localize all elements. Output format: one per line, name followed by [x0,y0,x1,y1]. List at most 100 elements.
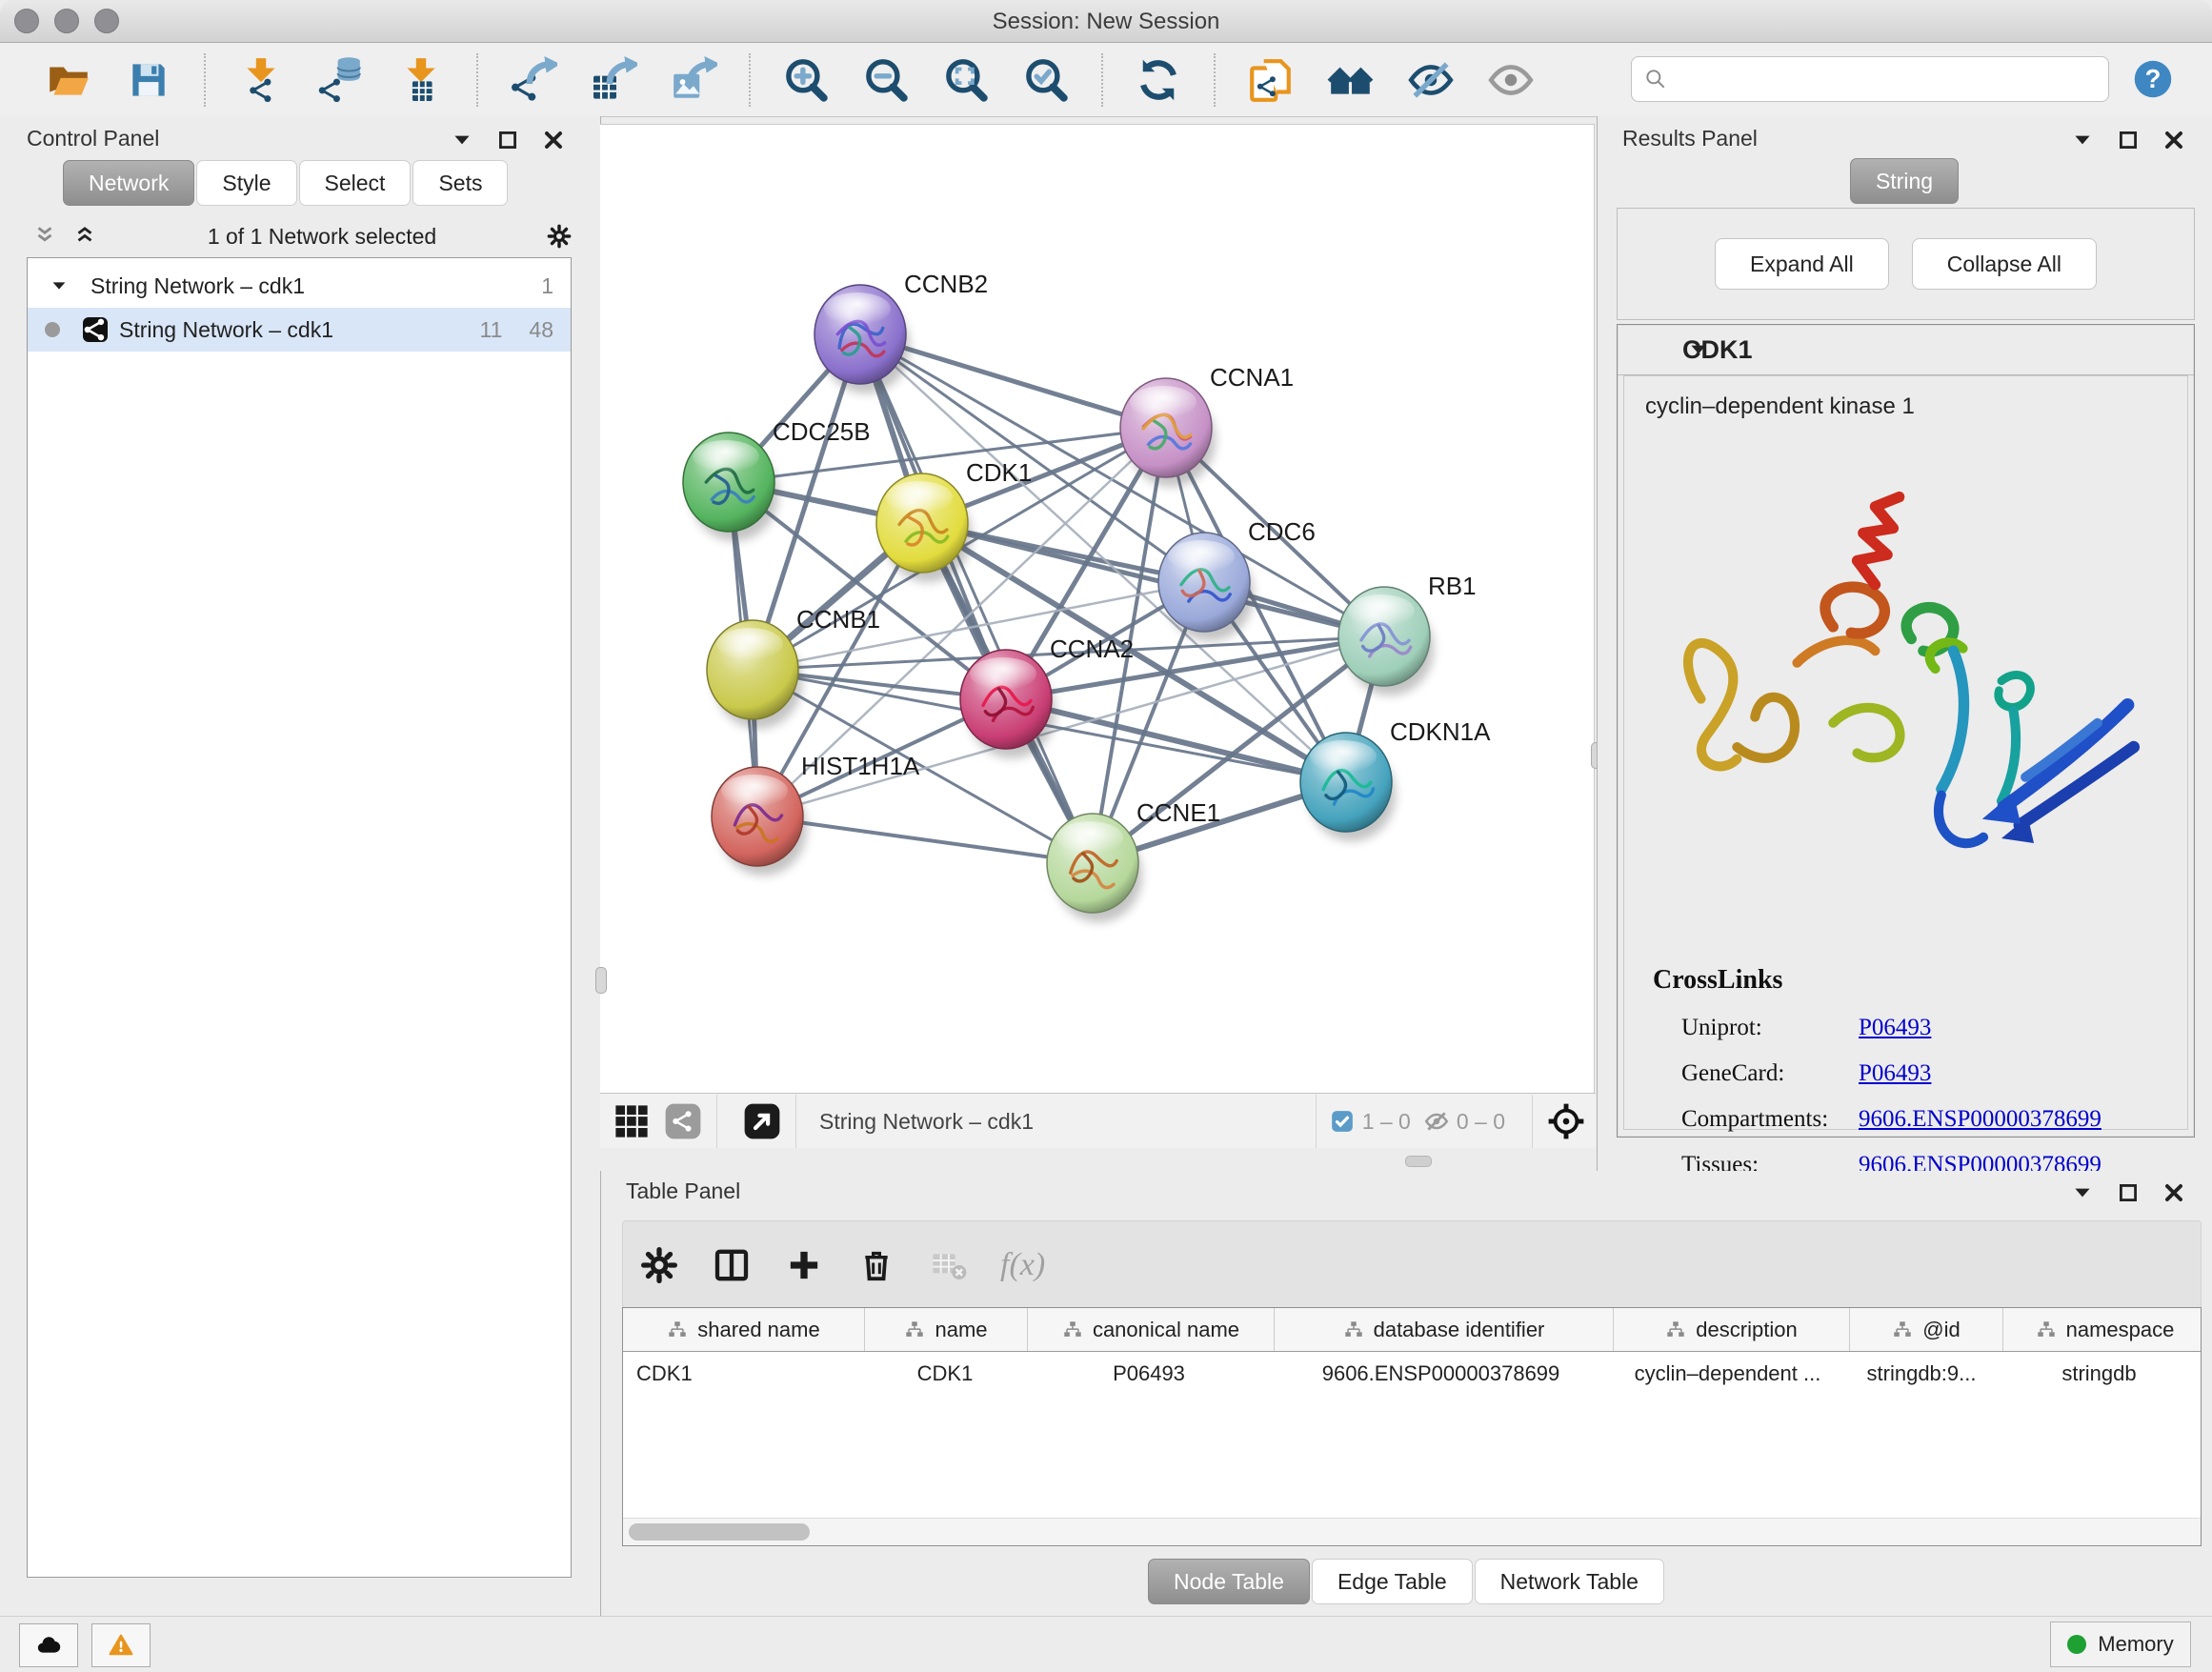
columns-button[interactable] [710,1243,754,1287]
cloud-button[interactable] [19,1623,78,1667]
sort-icon [1892,1319,1913,1340]
table-row[interactable]: CDK1CDK1P064939606.ENSP00000378699cyclin… [623,1352,2201,1396]
edge-CCNB2-CCNE1[interactable] [860,334,1093,863]
network-overview-button[interactable] [663,1101,703,1141]
left-splitter-grip[interactable] [595,967,607,994]
column-header-description[interactable]: description [1614,1308,1850,1351]
network-row-selected[interactable]: String Network – cdk1 11 48 [28,308,571,352]
section-collapse-icon[interactable] [1618,337,1642,362]
toolbar-separator [1214,53,1216,107]
open-session-button[interactable] [42,53,95,107]
node-CDKN1A[interactable]: CDKN1A [1300,717,1491,841]
node-HIST1H1A[interactable]: HIST1H1A [712,752,920,876]
table-horizontal-scrollbar[interactable] [623,1518,2201,1545]
memory-button[interactable]: Memory [2050,1622,2191,1667]
tab-sets[interactable]: Sets [412,160,508,206]
warning-button[interactable] [91,1623,151,1667]
show-details-button[interactable] [1484,53,1538,107]
collapse-all-button[interactable]: Collapse All [1912,238,2097,290]
network-graph[interactable]: CCNB2CCNA1CDC25BCDK1CDC6RB1CCNB1CCNA2CDK… [600,125,1594,1094]
node-CDC6[interactable]: CDC6 [1158,517,1316,641]
panel-float-icon[interactable] [2116,128,2141,152]
zoom-in-button[interactable] [779,53,833,107]
detach-view-button[interactable] [742,1101,782,1141]
tab-network[interactable]: Network [63,160,194,206]
panel-menu-icon[interactable] [2070,128,2095,152]
help-button[interactable]: ? [2132,58,2174,100]
tab-string[interactable]: String [1850,158,1959,204]
network-options-gear-icon[interactable] [547,224,572,249]
edge-CCNE1-HIST1H1A[interactable] [757,816,1093,863]
column-header--id[interactable]: @id [1850,1308,2003,1351]
import-network-button[interactable] [234,53,288,107]
table-delete-icon [930,1246,968,1284]
node-RB1[interactable]: RB1 [1338,572,1477,695]
cdk1-details: cyclin–dependent kinase 1 [1623,375,2188,1130]
scrollbar-thumb[interactable] [629,1523,810,1541]
search-input[interactable] [1666,66,2099,92]
search-box[interactable] [1631,56,2109,102]
crosslink-value[interactable]: P06493 [1859,1015,1931,1041]
hidden-eye-slash-icon[interactable] [1424,1109,1449,1134]
selected-checkbox-icon[interactable] [1330,1109,1355,1134]
column-header-shared-name[interactable]: shared name [623,1308,865,1351]
node-CCNB1[interactable]: CCNB1 [707,605,880,729]
column-header-name[interactable]: name [865,1308,1028,1351]
collapse-all-icon[interactable] [32,224,57,249]
splitter-grip[interactable] [1405,1156,1432,1167]
horizontal-splitter[interactable] [600,1148,1596,1171]
zoom-out-button[interactable] [859,53,913,107]
panel-float-icon[interactable] [495,128,520,152]
network-canvas[interactable]: CCNB2CCNA1CDC25BCDK1CDC6RB1CCNB1CCNA2CDK… [600,124,1595,1095]
table-header-row: shared name name canonical name database… [623,1308,2201,1352]
node-label-CCNA1: CCNA1 [1210,363,1294,392]
crosslink-value[interactable]: 9606.ENSP00000378699 [1859,1106,2101,1133]
hide-details-button[interactable] [1404,53,1458,107]
panel-float-icon[interactable] [2116,1180,2141,1205]
title-bar: Session: New Session [0,0,2212,43]
tab-style[interactable]: Style [196,160,296,206]
plus-button[interactable] [782,1243,826,1287]
tab-node-table[interactable]: Node Table [1148,1559,1310,1604]
gear-button[interactable] [637,1243,681,1287]
column-label: description [1696,1318,1797,1342]
panel-close-icon[interactable] [2162,128,2186,152]
panel-close-icon[interactable] [2162,1180,2186,1205]
tab-select[interactable]: Select [299,160,412,206]
expand-all-icon[interactable] [72,224,97,249]
panel-menu-icon[interactable] [450,128,474,152]
zoom-fit-button[interactable] [939,53,993,107]
export-table-button[interactable] [587,53,640,107]
network-from-selection-button[interactable] [1244,53,1297,107]
node-CDC25B[interactable]: CDC25B [683,417,871,541]
tab-network-table[interactable]: Network Table [1475,1559,1664,1604]
zoom-selected-button[interactable] [1019,53,1073,107]
panel-close-icon[interactable] [541,128,566,152]
crosslink-label: GeneCard: [1681,1060,1859,1087]
trash-button[interactable] [855,1243,898,1287]
network-collection-row[interactable]: String Network – cdk1 1 [28,264,571,308]
plus-icon [785,1246,823,1284]
cdk1-section-header[interactable]: CDK1 [1618,325,2194,375]
export-image-button[interactable] [667,53,720,107]
node-CCNB2[interactable]: CCNB2 [814,270,988,393]
import-table-button[interactable] [394,53,448,107]
node-label-CDC6: CDC6 [1248,517,1316,546]
sort-icon [1665,1319,1686,1340]
birdseye-target-icon[interactable] [1546,1101,1586,1141]
table-panel-header-icons [2070,1180,2186,1205]
column-header-namespace[interactable]: namespace [2003,1308,2202,1351]
save-session-button[interactable] [122,53,175,107]
import-database-button[interactable] [314,53,368,107]
tab-edge-table[interactable]: Edge Table [1312,1559,1473,1604]
refresh-button[interactable] [1132,53,1185,107]
grid-view-button[interactable] [612,1101,652,1141]
houses-button[interactable] [1324,53,1377,107]
column-header-canonical-name[interactable]: canonical name [1028,1308,1275,1351]
crosslink-value[interactable]: P06493 [1859,1060,1931,1087]
column-header-database-identifier[interactable]: database identifier [1275,1308,1614,1351]
tree-expand-icon[interactable] [49,275,70,296]
panel-menu-icon[interactable] [2070,1180,2095,1205]
export-network-button[interactable] [507,53,560,107]
expand-all-button[interactable]: Expand All [1715,238,1889,290]
